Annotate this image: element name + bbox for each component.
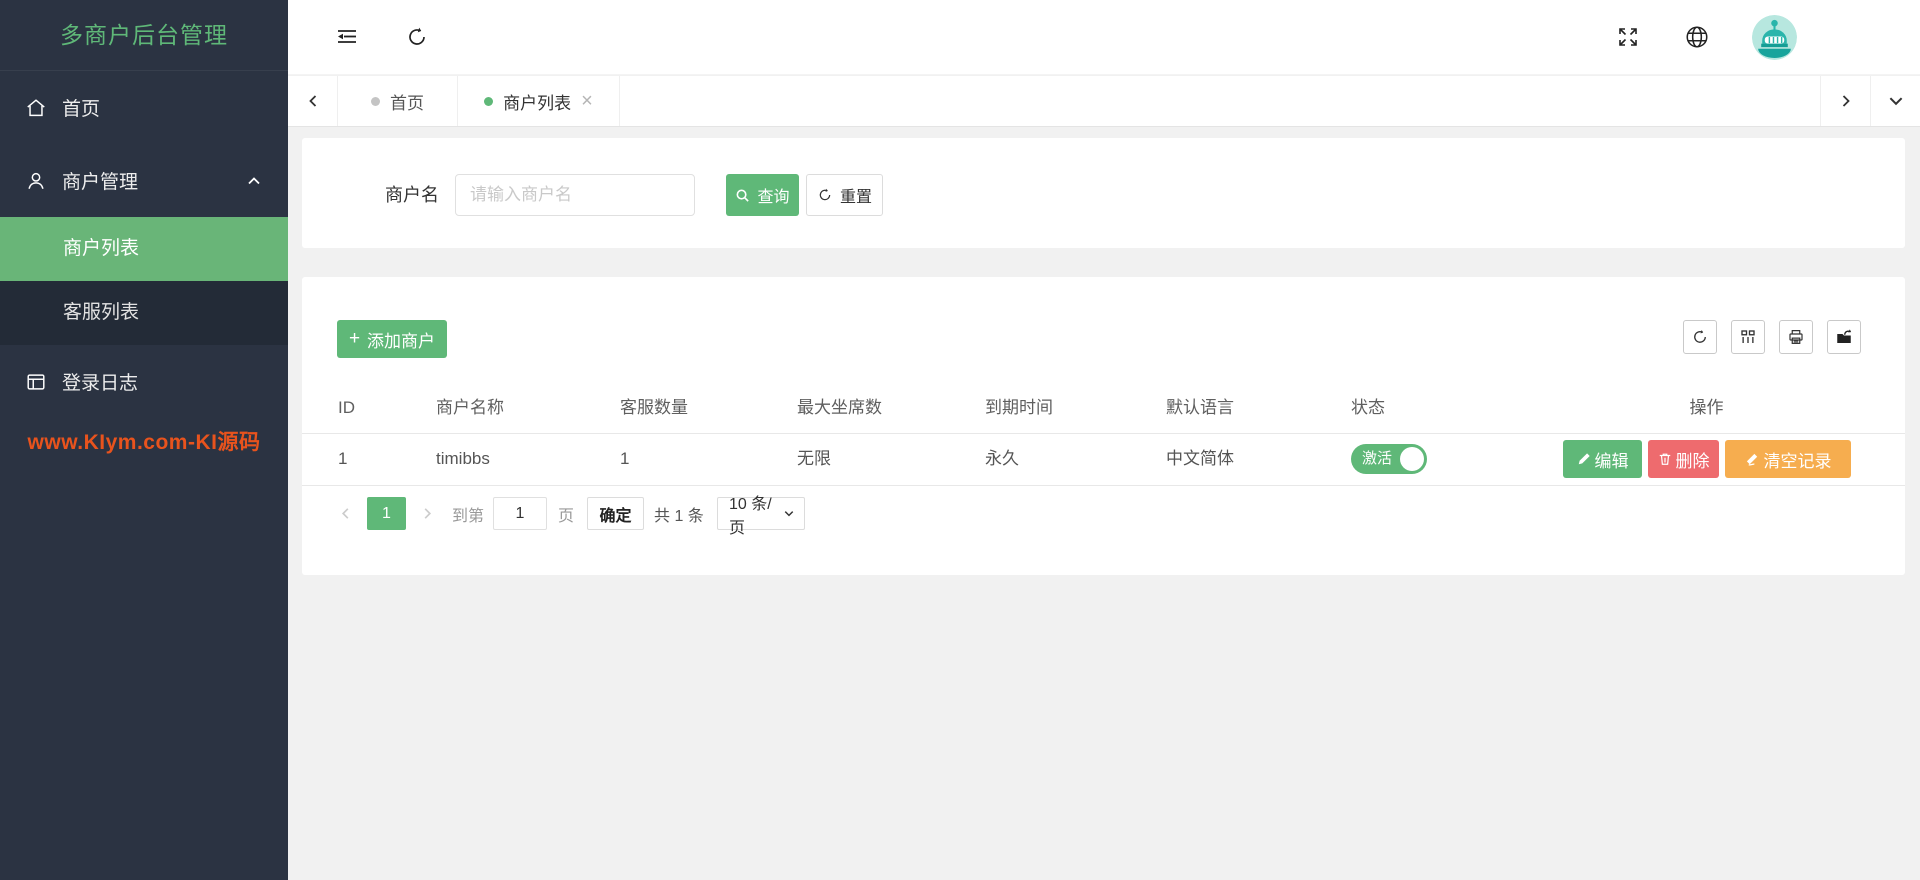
edit-button-label: 编辑 xyxy=(1594,451,1629,471)
delete-button-label: 删除 xyxy=(1675,451,1710,471)
status-toggle[interactable]: 激活 xyxy=(1351,444,1427,474)
watermark-text: www.KIym.com-KI源码 xyxy=(27,431,261,454)
cell-id: 1 xyxy=(338,449,348,468)
clear-records-label: 清空记录 xyxy=(1763,451,1832,471)
row-actions: 编辑 删除 清空记录 xyxy=(1563,440,1851,478)
sidebar-item-label: 登录日志 xyxy=(62,373,139,394)
main-area: 首页 商户列表 × 商户名 查询 重置 + 添加商户 xyxy=(288,0,1920,880)
query-button[interactable]: 查询 xyxy=(726,174,799,216)
refresh-icon[interactable] xyxy=(1683,320,1717,354)
pagination: 1 到第 页 确定 共 1 条 10 条/页 xyxy=(302,496,1905,537)
cell-max-seats: 无限 xyxy=(797,449,831,468)
column-header-id: ID xyxy=(338,398,355,417)
columns-icon[interactable] xyxy=(1731,320,1765,354)
tab-label: 首页 xyxy=(390,93,424,113)
table-card: + 添加商户 ID 商户名称 客服数量 最大坐席数 到期时间 默认语言 状态 操… xyxy=(302,277,1905,575)
fullscreen-icon[interactable] xyxy=(1614,23,1642,51)
reset-button-label: 重置 xyxy=(839,189,872,206)
user-icon xyxy=(25,170,47,192)
sidebar: 多商户后台管理 首页 商户管理 商户列表 客服列表 登录日志 www.KIym.… xyxy=(0,0,288,880)
close-icon[interactable]: × xyxy=(581,91,593,111)
log-icon xyxy=(25,371,47,393)
row-divider xyxy=(302,485,1905,486)
export-icon[interactable] xyxy=(1827,320,1861,354)
tabs-scroll-right-button[interactable] xyxy=(1820,76,1870,126)
add-merchant-label: 添加商户 xyxy=(367,331,436,351)
home-icon xyxy=(25,97,47,119)
tab-dot-icon xyxy=(484,96,494,106)
globe-icon[interactable] xyxy=(1683,23,1711,51)
confirm-page-button[interactable]: 确定 xyxy=(587,497,644,530)
sidebar-item-merchant-management[interactable]: 商户管理 xyxy=(0,144,288,217)
reset-button[interactable]: 重置 xyxy=(806,174,883,216)
sidebar-item-service-list[interactable]: 客服列表 xyxy=(0,281,288,345)
header-divider xyxy=(302,433,1905,434)
cell-agents: 1 xyxy=(620,449,630,468)
tabbar: 首页 商户列表 × xyxy=(288,76,1920,127)
tab-label: 商户列表 xyxy=(503,93,572,113)
tab-merchant-list[interactable]: 商户列表 × xyxy=(458,76,620,126)
page-number-current[interactable]: 1 xyxy=(367,497,406,530)
app-title: 多商户后台管理 xyxy=(0,0,288,71)
search-card: 商户名 查询 重置 xyxy=(302,138,1905,248)
cell-name: timibbs xyxy=(436,449,490,468)
delete-button[interactable]: 删除 xyxy=(1648,440,1719,478)
merchant-submenu: 商户列表 客服列表 xyxy=(0,217,288,345)
add-merchant-button[interactable]: + 添加商户 xyxy=(337,320,447,358)
status-toggle-label: 激活 xyxy=(1362,450,1393,467)
goto-page-label: 到第 xyxy=(452,507,485,525)
page-prev-button[interactable] xyxy=(332,497,358,530)
topbar xyxy=(288,0,1920,75)
cell-expire: 永久 xyxy=(985,449,1019,468)
refresh-icon[interactable] xyxy=(403,23,431,51)
total-count-label: 共 1 条 xyxy=(654,507,704,525)
clear-records-button[interactable]: 清空记录 xyxy=(1725,440,1851,478)
page-size-value: 10 条/页 xyxy=(729,495,772,537)
chevron-up-icon xyxy=(246,173,262,189)
column-header-agents: 客服数量 xyxy=(620,398,688,417)
tab-dot-icon xyxy=(371,96,380,106)
edit-button[interactable]: 编辑 xyxy=(1563,440,1642,478)
page-size-select[interactable]: 10 条/页 xyxy=(717,496,805,537)
sidebar-item-home[interactable]: 首页 xyxy=(0,71,288,144)
tabbar-spacer xyxy=(620,76,1820,126)
avatar[interactable] xyxy=(1752,15,1797,60)
merchant-name-input[interactable] xyxy=(455,174,695,216)
sidebar-item-label: 商户管理 xyxy=(62,172,139,193)
column-header-name: 商户名称 xyxy=(436,398,504,417)
sidebar-item-label: 首页 xyxy=(62,99,101,120)
page-next-button[interactable] xyxy=(414,497,440,530)
print-icon[interactable] xyxy=(1779,320,1813,354)
column-header-expire: 到期时间 xyxy=(985,398,1053,417)
tabs-menu-button[interactable] xyxy=(1870,76,1920,126)
column-header-max-seats: 最大坐席数 xyxy=(797,398,882,417)
sidebar-item-merchant-list[interactable]: 商户列表 xyxy=(0,217,288,281)
merchant-name-label: 商户名 xyxy=(385,185,439,205)
column-header-actions: 操作 xyxy=(1689,398,1724,417)
collapse-menu-icon[interactable] xyxy=(333,23,361,51)
tab-home[interactable]: 首页 xyxy=(338,76,458,126)
sidebar-item-login-log[interactable]: 登录日志 xyxy=(0,345,288,418)
query-button-label: 查询 xyxy=(757,189,790,206)
plus-icon: + xyxy=(348,328,361,349)
table-toolbar xyxy=(1683,320,1861,354)
page-unit-label: 页 xyxy=(558,507,575,525)
page-number-input[interactable] xyxy=(493,497,547,530)
column-header-status: 状态 xyxy=(1351,398,1385,417)
column-header-language: 默认语言 xyxy=(1166,398,1234,417)
status-toggle-knob xyxy=(1400,447,1424,471)
tabs-scroll-left-button[interactable] xyxy=(288,76,338,126)
cell-language: 中文简体 xyxy=(1166,449,1234,468)
